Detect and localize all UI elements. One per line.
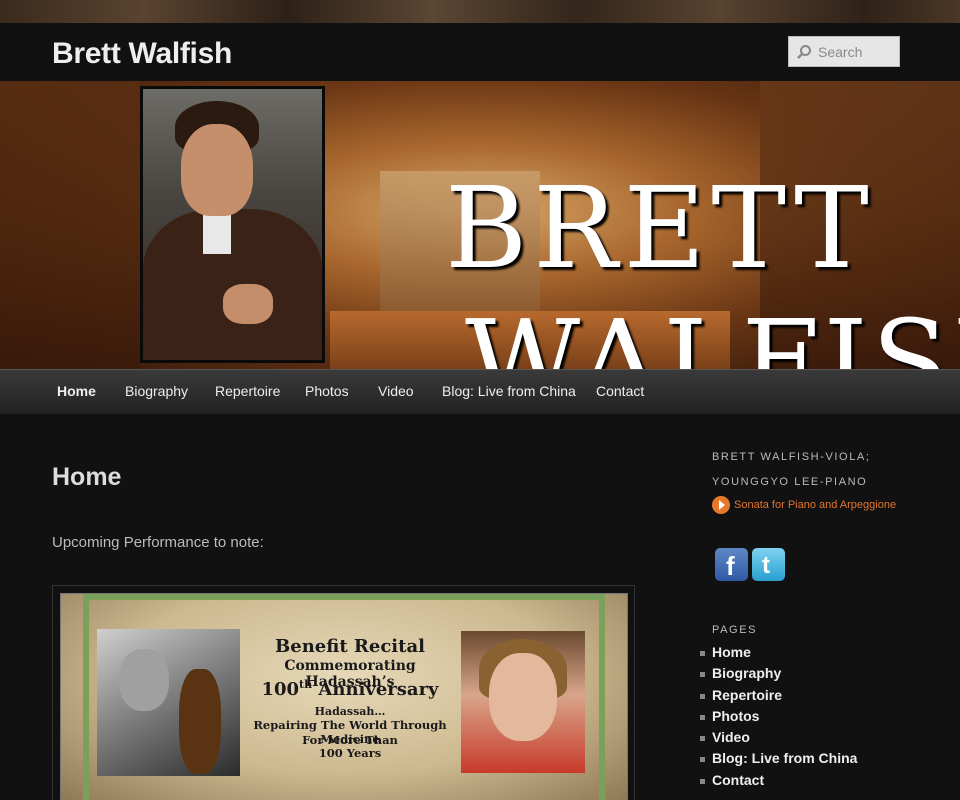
flyer-anniversary: 100th Anniversary [241, 678, 459, 700]
portrait-photo [140, 86, 325, 363]
site-header: Brett Walfish Search [0, 23, 960, 81]
nav-repertoire[interactable]: Repertoire [215, 383, 280, 399]
page-title: Home [52, 463, 122, 491]
portrait-jacket [143, 209, 322, 360]
nav-video[interactable]: Video [378, 383, 414, 399]
pianist-photo [461, 631, 585, 773]
audio-track-link[interactable]: Sonata for Piano and Arpeggione [734, 499, 896, 511]
twitter-icon[interactable]: t [752, 548, 785, 581]
sidebar-page-video[interactable]: Video [700, 729, 857, 750]
sidebar-pages-list: Home Biography Repertoire Photos Video B… [700, 644, 857, 793]
nav-contact[interactable]: Contact [596, 383, 644, 399]
benefit-recital-flyer: Benefit Recital Commemorating Hadassah’s… [60, 593, 628, 800]
search-placeholder: Search [818, 44, 863, 60]
sidebar-page-blog[interactable]: Blog: Live from China [700, 750, 857, 771]
search-input[interactable]: Search [788, 36, 900, 67]
header-banner[interactable]: Brett Walfish [0, 81, 960, 369]
flyer-years: 100 Years [318, 746, 382, 760]
nav-biography[interactable]: Biography [125, 383, 188, 399]
flyer-anniversary-number: 100 [261, 679, 300, 700]
portrait-hand [223, 284, 273, 324]
viola-shape [179, 669, 221, 774]
upcoming-performance-text: Upcoming Performance to note: [52, 534, 264, 551]
banner-name-line-2: Walfish [465, 297, 960, 369]
top-wood-strip [0, 0, 960, 23]
pianist-face [489, 653, 557, 741]
flyer-border-right [599, 594, 605, 800]
flyer-anniversary-suffix: th [299, 678, 313, 691]
facebook-icon[interactable]: f [715, 548, 748, 581]
portrait-face [181, 124, 253, 216]
nav-photos[interactable]: Photos [305, 383, 349, 399]
flyer-image-frame[interactable]: Benefit Recital Commemorating Hadassah’s… [52, 585, 635, 800]
violist-face [119, 649, 169, 711]
flyer-border-top [83, 594, 605, 600]
portrait-shirt [203, 214, 231, 254]
play-icon[interactable] [712, 496, 730, 514]
flyer-border-left [83, 594, 89, 800]
flyer-more-than: For More Than [302, 733, 398, 747]
banner-wall-left [0, 81, 140, 369]
sidebar-page-photos[interactable]: Photos [700, 708, 857, 729]
main-nav: Home Biography Repertoire Photos Video B… [0, 369, 960, 414]
sidebar-page-biography[interactable]: Biography [700, 665, 857, 686]
sidebar-page-contact[interactable]: Contact [700, 772, 857, 793]
sidebar-widget-title-line-2: Younggyo Lee-Piano [712, 476, 868, 488]
flyer-hadassah: Hadassah… [314, 705, 386, 718]
sidebar-pages-title: Pages [712, 624, 758, 636]
nav-home[interactable]: Home [57, 383, 96, 399]
sidebar-page-repertoire[interactable]: Repertoire [700, 687, 857, 708]
flyer-anniversary-word: Anniversary [318, 679, 439, 700]
flyer-title: Benefit Recital [275, 636, 425, 657]
search-icon [797, 45, 811, 59]
site-title[interactable]: Brett Walfish [52, 37, 232, 71]
nav-blog[interactable]: Blog: Live from China [442, 383, 576, 399]
violist-photo [97, 629, 240, 776]
banner-name-line-1: Brett [445, 164, 875, 294]
sidebar-widget-title-line-1: Brett Walfish-Viola; [712, 451, 871, 463]
sidebar-page-home[interactable]: Home [700, 644, 857, 665]
